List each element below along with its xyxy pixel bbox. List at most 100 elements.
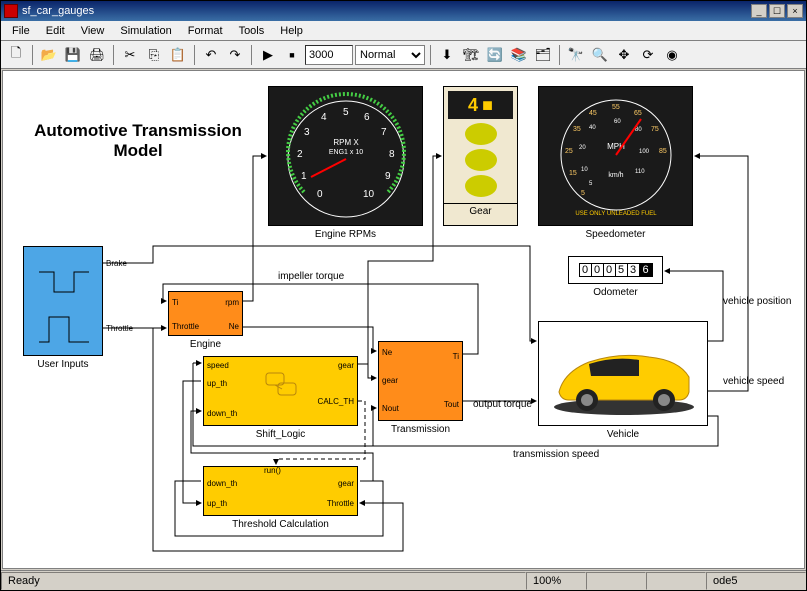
zoom-button[interactable]: 🔍	[589, 44, 611, 66]
block-shift-logic[interactable]: speed up_th down_th gear CALC_TH	[203, 356, 358, 426]
sig-transmission-speed: transmission speed	[513, 449, 599, 460]
menu-file[interactable]: File	[5, 23, 37, 39]
svg-text:25: 25	[565, 148, 573, 155]
app-icon	[4, 4, 18, 18]
model-title: Automotive Transmission Model	[23, 121, 253, 162]
label-vehicle: Vehicle	[538, 429, 708, 440]
pan-button[interactable]: ✥	[613, 44, 635, 66]
menu-tools[interactable]: Tools	[232, 23, 272, 39]
svg-text:0: 0	[317, 189, 323, 200]
block-engine[interactable]: Ti Throttle rpm Ne	[168, 291, 243, 336]
find-button[interactable]: 🔭	[565, 44, 587, 66]
copy-button[interactable]: ⎘	[143, 44, 165, 66]
print-button[interactable]: 🖨	[86, 44, 108, 66]
block-vehicle[interactable]	[538, 321, 708, 426]
refresh-button[interactable]: ⟳	[637, 44, 659, 66]
open-button[interactable]: 📂	[38, 44, 60, 66]
svg-text:110: 110	[635, 169, 645, 175]
block-user-inputs[interactable]	[23, 246, 103, 356]
sig-output-torque: output torque	[473, 399, 532, 410]
toolbar: 🗋 📂 💾 🖨 ✂ ⎘ 📋 ↶ ↷ ▶ ■ Normal ⬇ 🏗 🔄 📚 🗂 🔭…	[1, 41, 806, 69]
status-ready: Ready	[1, 572, 526, 590]
svg-text:80: 80	[635, 127, 642, 133]
sig-impeller-torque: impeller torque	[278, 271, 344, 282]
block-transmission[interactable]: Ne gear Nout Ti Tout	[378, 341, 463, 421]
svg-text:9: 9	[385, 171, 391, 182]
svg-text:85: 85	[659, 148, 667, 155]
menu-view[interactable]: View	[74, 23, 112, 39]
block-gear[interactable]: 4■ Gear	[443, 86, 518, 226]
menu-simulation[interactable]: Simulation	[113, 23, 178, 39]
svg-text:ENG1 x 10: ENG1 x 10	[329, 149, 363, 156]
status-solver: ode5	[706, 572, 806, 590]
block-threshold-calc[interactable]: down_th up_th gear Throttle run()	[203, 466, 358, 516]
svg-text:5: 5	[581, 190, 585, 197]
save-button[interactable]: 💾	[62, 44, 84, 66]
svg-text:35: 35	[573, 126, 581, 133]
svg-text:65: 65	[634, 110, 642, 117]
build-button[interactable]: 🏗	[460, 44, 482, 66]
label-engine-rpms: Engine RPMs	[268, 229, 423, 240]
step-button[interactable]: ⬇	[436, 44, 458, 66]
svg-text:4: 4	[321, 112, 327, 123]
block-odometer[interactable]: 0 0 0 5 3 6	[568, 256, 663, 284]
menu-edit[interactable]: Edit	[39, 23, 72, 39]
svg-text:45: 45	[589, 110, 597, 117]
menu-format[interactable]: Format	[181, 23, 230, 39]
svg-text:km/h: km/h	[608, 172, 623, 179]
close-button[interactable]: ×	[787, 4, 803, 18]
port-throttle: Throttle	[106, 324, 133, 333]
svg-text:7: 7	[381, 127, 387, 138]
sig-vehicle-position: vehicle position	[723, 296, 773, 307]
svg-text:6: 6	[364, 112, 370, 123]
svg-text:5: 5	[343, 107, 349, 118]
svg-text:1: 1	[301, 171, 307, 182]
debug-button[interactable]: ◉	[661, 44, 683, 66]
label-shift-logic: Shift_Logic	[203, 429, 358, 440]
port-brake: Brake	[106, 259, 127, 268]
label-odometer: Odometer	[568, 287, 663, 298]
paste-button[interactable]: 📋	[167, 44, 189, 66]
explorer-button[interactable]: 🗂	[532, 44, 554, 66]
svg-text:55: 55	[612, 104, 620, 111]
block-engine-rpms[interactable]: RPM X ENG1 x 10 0 1 2 3 4 5 6 7 8 9 10	[268, 86, 423, 226]
svg-text:10: 10	[363, 189, 375, 200]
svg-text:20: 20	[579, 145, 586, 151]
minimize-button[interactable]: _	[751, 4, 767, 18]
svg-text:RPM X: RPM X	[333, 138, 359, 147]
window-title: sf_car_gauges	[22, 5, 94, 17]
block-speedometer[interactable]: MPH km/h 5 15 25 35 45 55 65 75 85 5 10 …	[538, 86, 693, 226]
titlebar[interactable]: sf_car_gauges _ ☐ ×	[1, 1, 806, 21]
maximize-button[interactable]: ☐	[769, 4, 785, 18]
svg-text:8: 8	[389, 149, 395, 160]
statusbar: Ready 100% ode5	[1, 570, 806, 590]
redo-button[interactable]: ↷	[224, 44, 246, 66]
menubar: File Edit View Simulation Format Tools H…	[1, 21, 806, 41]
svg-text:40: 40	[589, 125, 596, 131]
stop-button[interactable]: ■	[281, 44, 303, 66]
label-transmission: Transmission	[378, 424, 463, 435]
new-button[interactable]: 🗋	[5, 44, 27, 66]
model-canvas[interactable]: Automotive Transmission Model User Input…	[2, 70, 805, 569]
svg-text:100: 100	[639, 149, 650, 155]
simmode-select[interactable]: Normal	[355, 45, 425, 65]
svg-text:15: 15	[569, 170, 577, 177]
menu-help[interactable]: Help	[273, 23, 310, 39]
label-speedometer: Speedometer	[538, 229, 693, 240]
status-empty1	[586, 572, 646, 590]
update-button[interactable]: 🔄	[484, 44, 506, 66]
stoptime-input[interactable]	[305, 45, 353, 65]
label-engine: Engine	[168, 339, 243, 350]
svg-text:60: 60	[614, 119, 621, 125]
library-button[interactable]: 📚	[508, 44, 530, 66]
cut-button[interactable]: ✂	[119, 44, 141, 66]
svg-text:3: 3	[304, 127, 310, 138]
svg-text:75: 75	[651, 126, 659, 133]
app-window: sf_car_gauges _ ☐ × File Edit View Simul…	[0, 0, 807, 591]
undo-button[interactable]: ↶	[200, 44, 222, 66]
play-button[interactable]: ▶	[257, 44, 279, 66]
svg-text:USE ONLY UNLEADED FUEL: USE ONLY UNLEADED FUEL	[575, 211, 657, 217]
status-empty2	[646, 572, 706, 590]
status-zoom: 100%	[526, 572, 586, 590]
label-threshold-calc: Threshold Calculation	[203, 519, 358, 530]
